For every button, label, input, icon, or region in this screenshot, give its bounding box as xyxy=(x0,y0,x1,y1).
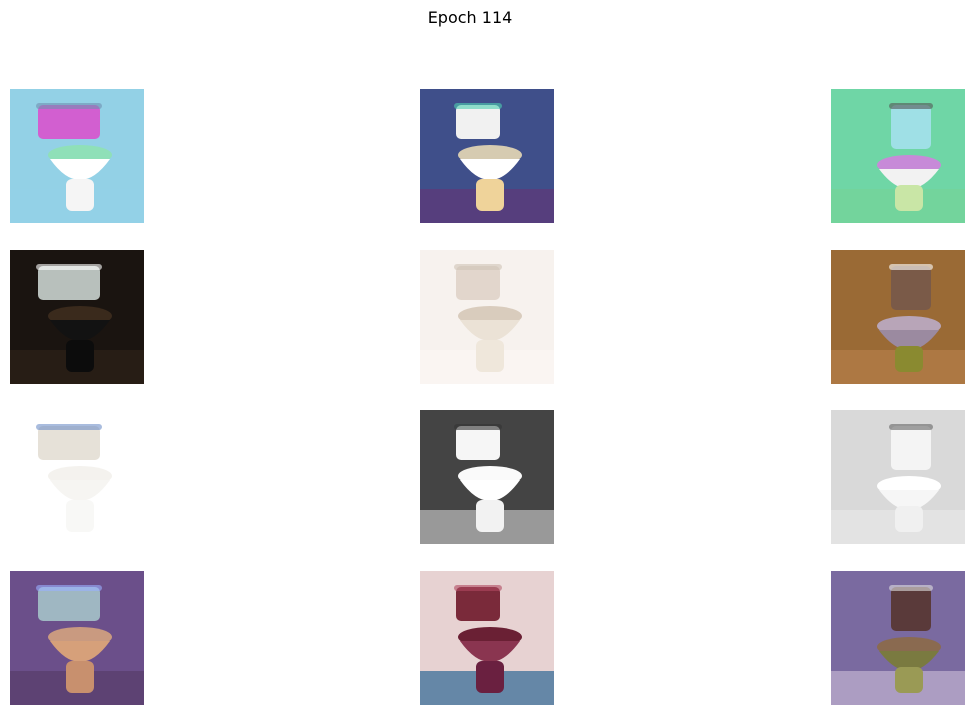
image-tile-gray-tile-bg-white-toilet xyxy=(420,410,554,544)
image-tile-purple-bg-olive-bowl xyxy=(831,571,965,705)
toilet-image xyxy=(10,250,144,384)
toilet-image xyxy=(831,89,965,223)
toilet-image xyxy=(420,89,554,223)
figure-title: Epoch 114 xyxy=(427,8,513,27)
toilet-image xyxy=(10,410,144,544)
image-tile-white-bg-beige-toilet xyxy=(420,250,554,384)
image-tile-white-bg-faded-toilet xyxy=(10,410,144,544)
toilet-image xyxy=(420,410,554,544)
image-tile-brown-bg-glowing-toilet xyxy=(831,250,965,384)
image-tile-blue-bg-pink-tank xyxy=(10,89,144,223)
toilet-image xyxy=(831,410,965,544)
toilet-image xyxy=(10,571,144,705)
image-tile-purple-bg-orange-bowl xyxy=(10,571,144,705)
toilet-image xyxy=(10,89,144,223)
image-tile-pink-bg-maroon-toilet xyxy=(420,571,554,705)
image-tile-green-bg-cyan-tank xyxy=(831,89,965,223)
toilet-image xyxy=(420,571,554,705)
image-tile-dark-bg-black-bowl xyxy=(10,250,144,384)
image-tile-mosaic-bg-teal-lid xyxy=(420,89,554,223)
image-tile-light-gray-bg-white-toilet xyxy=(831,410,965,544)
toilet-image xyxy=(420,250,554,384)
toilet-image xyxy=(831,250,965,384)
toilet-image xyxy=(831,571,965,705)
